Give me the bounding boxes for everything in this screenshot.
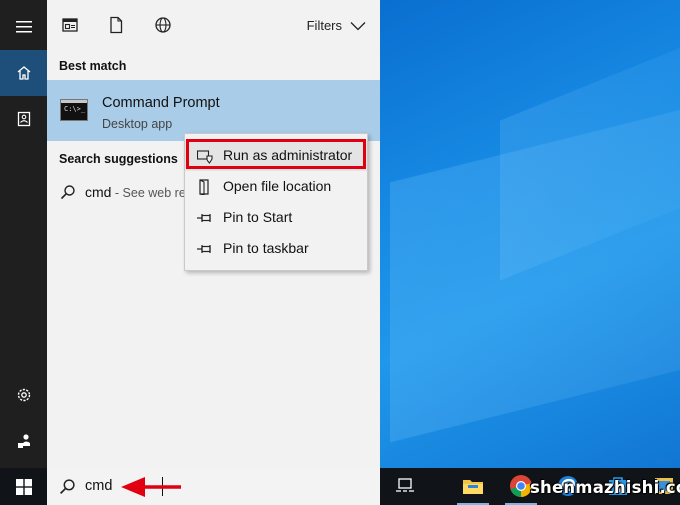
home-icon	[17, 66, 30, 80]
start-rail	[0, 0, 47, 468]
pin-to-taskbar-item[interactable]: Pin to taskbar	[185, 233, 367, 264]
pin-to-taskbar-label: Pin to taskbar	[223, 240, 309, 256]
annotation-highlight-box	[186, 139, 366, 169]
best-match-subtitle: Desktop app	[102, 117, 173, 131]
pin-icon	[197, 245, 211, 253]
search-suggestions-heading: Search suggestions	[59, 152, 178, 166]
search-icon	[60, 185, 75, 200]
open-file-location-item[interactable]: Open file location	[185, 171, 367, 202]
command-prompt-icon-text: C:\>_	[64, 105, 86, 113]
watermark-text: shenmazhishi.com	[530, 478, 680, 497]
home-button[interactable]	[0, 50, 47, 96]
pin-to-start-item[interactable]: Pin to Start	[185, 202, 367, 233]
search-filter-bar: Filters	[47, 0, 380, 50]
settings-button[interactable]	[0, 372, 47, 418]
hamburger-icon	[15, 21, 32, 33]
apps-filter-icon[interactable]	[61, 16, 79, 34]
chevron-down-icon	[350, 21, 366, 30]
documents-button[interactable]	[0, 96, 47, 142]
start-button[interactable]	[0, 468, 47, 505]
file-explorer-icon[interactable]	[461, 474, 485, 498]
taskbar-search-box[interactable]	[47, 468, 380, 505]
pin-icon	[197, 214, 211, 222]
open-file-location-label: Open file location	[223, 178, 332, 194]
web-filter-icon[interactable]	[154, 16, 172, 34]
documents-filter-icon[interactable]	[107, 16, 125, 34]
file-location-icon	[199, 179, 209, 195]
command-prompt-icon: C:\>_	[60, 99, 88, 121]
search-icon	[59, 479, 75, 495]
red-arrow-icon	[121, 477, 181, 497]
task-view-icon[interactable]	[393, 474, 417, 498]
notebook-icon	[17, 111, 30, 127]
filters-label: Filters	[306, 18, 342, 33]
suggestion-term: cmd	[85, 184, 112, 200]
best-match-title: Command Prompt	[102, 95, 220, 111]
suggestion-text: cmd - See web re	[85, 184, 186, 200]
user-photo-icon	[17, 434, 30, 448]
hamburger-menu-button[interactable]	[0, 4, 47, 50]
gear-icon	[17, 388, 30, 402]
windows-logo-icon	[15, 478, 32, 495]
filters-dropdown[interactable]: Filters	[307, 18, 366, 33]
desktop-wallpaper	[380, 0, 680, 468]
best-match-heading: Best match	[59, 59, 127, 73]
best-match-result[interactable]: C:\>_ Command Prompt Desktop app	[47, 80, 380, 141]
suggestion-hint: - See web re	[111, 186, 186, 200]
user-button[interactable]	[0, 418, 47, 464]
pin-to-start-label: Pin to Start	[223, 209, 293, 225]
